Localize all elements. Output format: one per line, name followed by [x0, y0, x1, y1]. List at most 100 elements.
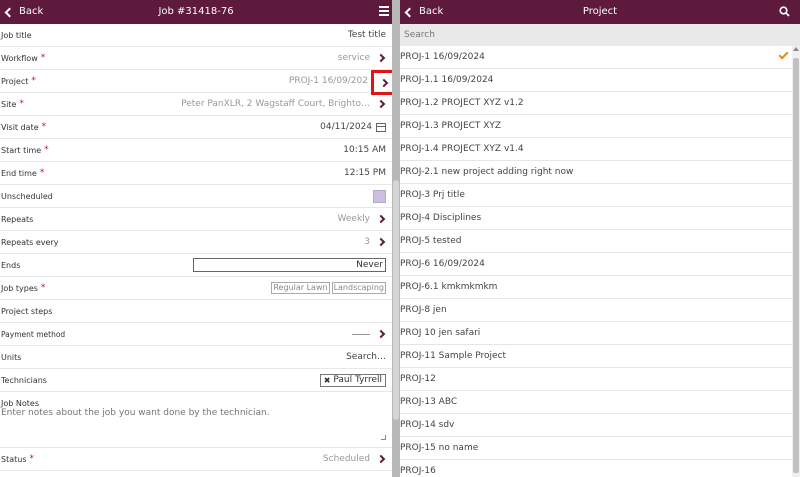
repeats-value: Weekly: [337, 214, 370, 224]
project-search-input[interactable]: [404, 30, 784, 40]
technician-chip: ✖ Paul Tyrrell: [319, 373, 386, 387]
project-chevron-button[interactable]: [371, 70, 392, 95]
start-time-label: Start time: [1, 145, 42, 155]
project-list-item[interactable]: PROJ-12: [400, 368, 792, 391]
required-mark: *: [39, 168, 45, 178]
project-item-label: PROJ-4 Disciplines: [400, 213, 482, 223]
job-type-chip[interactable]: Regular Lawn: [271, 282, 330, 294]
field-job-title[interactable]: Job title Test title: [0, 24, 392, 47]
workflow-label: Workflow: [1, 53, 38, 63]
project-list-item[interactable]: PROJ-1.4 PROJECT XYZ v1.4: [400, 138, 792, 161]
field-repeats[interactable]: Repeats Weekly: [0, 208, 392, 231]
end-time-label: End time: [1, 168, 37, 178]
site-label: Site: [1, 99, 17, 109]
job-type-chip[interactable]: Landscaping: [331, 282, 386, 294]
divider-thumb[interactable]: [393, 180, 399, 420]
project-list-scrollbar[interactable]: [792, 46, 800, 477]
site-chevron-button[interactable]: [374, 96, 386, 112]
field-project[interactable]: Project * PROJ-1 16/09/202: [0, 70, 392, 93]
project-item-label: PROJ-1 16/09/2024: [400, 52, 485, 62]
checkmark-icon: [778, 49, 789, 60]
repeats-chevron-button[interactable]: [374, 211, 386, 227]
project-list-item[interactable]: PROJ-3 Prj title: [400, 184, 792, 207]
job-header: Back Job #31418-76: [0, 0, 392, 24]
project-list-item[interactable]: PROJ-2.1 new project adding right now: [400, 161, 792, 184]
end-time-value[interactable]: 12:15 PM: [344, 168, 386, 178]
project-list-item[interactable]: PROJ-1 16/09/2024: [400, 46, 792, 69]
site-value: Peter PanXLR, 2 Wagstaff Court, Brighto…: [181, 99, 370, 109]
project-item-label: PROJ-11 Sample Project: [400, 351, 507, 361]
project-list-item[interactable]: PROJ-8 jen: [400, 299, 792, 322]
project-list-item[interactable]: PROJ 10 jen safari: [400, 322, 792, 345]
project-item-label: PROJ-12: [400, 374, 436, 384]
field-site[interactable]: Site * Peter PanXLR, 2 Wagstaff Court, Br…: [0, 93, 392, 116]
project-header: Back Project: [400, 0, 800, 24]
project-item-label: PROJ 10 jen safari: [400, 328, 481, 338]
job-notes-label: Job Notes: [1, 399, 39, 408]
start-time-value[interactable]: 10:15 AM: [343, 145, 386, 155]
repeats-label: Repeats: [1, 214, 34, 224]
project-list-item[interactable]: PROJ-11 Sample Project: [400, 345, 792, 368]
payment-method-chevron-button[interactable]: [374, 326, 386, 342]
status-value: Scheduled: [322, 454, 370, 464]
field-start-time[interactable]: Start time * 10:15 AM: [0, 139, 392, 162]
job-notes-textarea[interactable]: [1, 408, 387, 444]
workflow-chevron-button[interactable]: [374, 50, 386, 66]
resize-grip-icon[interactable]: [381, 435, 386, 440]
remove-x-icon[interactable]: ✖: [324, 375, 331, 386]
project-list-item[interactable]: PROJ-4 Disciplines: [400, 207, 792, 230]
job-title-value[interactable]: Test title: [348, 30, 386, 40]
project-list-item[interactable]: PROJ-1.2 PROJECT XYZ v1.2: [400, 92, 792, 115]
field-units[interactable]: Units Search…: [0, 346, 392, 369]
project-list-item[interactable]: PROJ-1.3 PROJECT XYZ: [400, 115, 792, 138]
workflow-value: service: [337, 53, 370, 63]
project-list-item[interactable]: PROJ-14 sdv: [400, 414, 792, 437]
field-workflow[interactable]: Workflow * service: [0, 47, 392, 70]
scroll-up-arrow-icon[interactable]: [793, 47, 799, 51]
project-header-title: Project: [582, 6, 618, 17]
field-status[interactable]: Status * Scheduled: [0, 448, 392, 471]
project-item-label: PROJ-2.1 new project adding right now: [400, 167, 574, 177]
project-item-label: PROJ-13 ABC: [400, 397, 458, 407]
chevron-right-icon: [376, 329, 385, 339]
field-payment-method[interactable]: Payment method: [0, 323, 392, 346]
field-end-time[interactable]: End time * 12:15 PM: [0, 162, 392, 185]
ends-input[interactable]: Never: [193, 258, 386, 272]
field-technicians: Technicians ✖ Paul Tyrrell: [0, 369, 392, 392]
project-list-item[interactable]: PROJ-15 no name: [400, 437, 792, 460]
project-list-item[interactable]: PROJ-13 ABC: [400, 391, 792, 414]
ends-label: Ends: [1, 260, 21, 270]
field-ends: Ends Never: [0, 254, 392, 277]
status-chevron-button[interactable]: [374, 451, 386, 467]
payment-method-label: Payment method: [1, 329, 66, 339]
field-repeats-every[interactable]: Repeats every 3: [0, 231, 392, 254]
required-mark: *: [44, 145, 49, 155]
project-list-item[interactable]: PROJ-6.1 kmkmkmkm: [400, 276, 792, 299]
hamburger-menu-icon[interactable]: [379, 6, 389, 17]
required-mark: *: [19, 99, 24, 109]
visit-date-value[interactable]: 04/11/2024: [320, 122, 372, 132]
unscheduled-checkbox[interactable]: [373, 189, 386, 203]
project-item-label: PROJ-6 16/09/2024: [400, 259, 485, 269]
project-list-item[interactable]: PROJ-6 16/09/2024: [400, 253, 792, 276]
project-list-item[interactable]: PROJ-1.1 16/09/2024: [400, 69, 792, 92]
search-icon[interactable]: [779, 6, 790, 17]
units-search-input[interactable]: Search…: [346, 352, 386, 362]
project-item-label: PROJ-8 jen: [400, 305, 447, 315]
panel-divider-scrollbar[interactable]: [392, 0, 400, 477]
field-project-steps: Project steps: [0, 300, 392, 323]
field-job-types: Job types * Regular Lawn Landscaping: [0, 277, 392, 300]
job-title-header: Job #31418-76: [158, 6, 234, 17]
job-types-label: Job types: [1, 283, 38, 293]
repeats-every-chevron-button[interactable]: [374, 234, 386, 250]
scrollbar-thumb[interactable]: [793, 58, 799, 473]
field-unscheduled: Unscheduled: [0, 185, 392, 208]
field-visit-date[interactable]: Visit date * 04/11/2024: [0, 116, 392, 139]
project-value: PROJ-1 16/09/202: [288, 76, 368, 86]
calendar-icon[interactable]: [376, 122, 386, 132]
project-list-item[interactable]: PROJ-16: [400, 460, 792, 477]
chevron-right-icon: [376, 454, 385, 464]
project-picker-panel: Back Project PROJ-1 16/09/2024 PROJ-1.1 1…: [400, 0, 800, 477]
project-item-label: PROJ-3 Prj title: [400, 190, 465, 200]
project-list-item[interactable]: PROJ-5 tested: [400, 230, 792, 253]
